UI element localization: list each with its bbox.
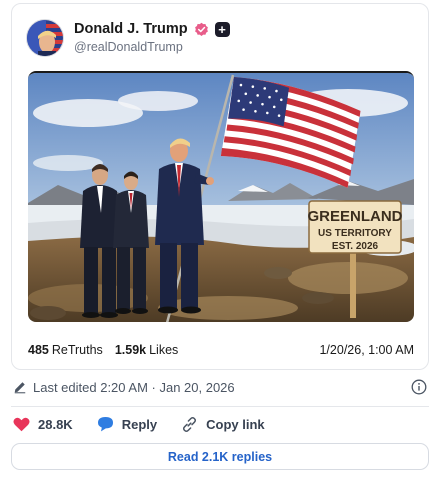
post-card: Donald J. Trump + @realDonaldTrump GREEN…: [11, 3, 429, 370]
copy-link-button[interactable]: Copy link: [181, 416, 265, 433]
edited-row: Last edited 2:20 AM · Jan 20, 2026: [13, 377, 427, 397]
retruths-stat[interactable]: 485 ReTruths: [28, 343, 103, 357]
plus-badge-icon: +: [214, 21, 230, 37]
read-replies-button[interactable]: Read 2.1K replies: [11, 443, 429, 470]
likes-label: Likes: [149, 343, 179, 357]
like-count: 28.8K: [38, 416, 73, 432]
handle[interactable]: @realDonaldTrump: [74, 40, 230, 55]
verified-badge-icon: [194, 22, 208, 36]
sign-line-1: GREENLAND: [307, 208, 402, 225]
post-stats: 485 ReTruths 1.59k Likes 1/20/26, 1:00 AM: [28, 343, 414, 357]
likes-count: 1.59k: [114, 343, 147, 357]
like-button[interactable]: 28.8K: [13, 417, 73, 432]
reply-label: Reply: [121, 416, 158, 432]
post-header: Donald J. Trump + @realDonaldTrump: [26, 18, 230, 58]
heart-icon: [13, 417, 30, 431]
reply-button[interactable]: Reply: [97, 416, 157, 432]
sign-line-3: EST. 2026: [332, 241, 379, 252]
pencil-icon: [14, 382, 26, 394]
edited-text: Last edited 2:20 AM · Jan 20, 2026: [33, 379, 235, 395]
link-icon: [183, 416, 197, 432]
retruths-label: ReTruths: [51, 343, 103, 357]
post-image[interactable]: GREENLAND US TERRITORY EST. 2026: [28, 71, 414, 322]
author-info: Donald J. Trump + @realDonaldTrump: [74, 21, 230, 55]
info-icon[interactable]: [411, 379, 427, 395]
post-timestamp[interactable]: 1/20/26, 1:00 AM: [319, 343, 414, 357]
divider: [11, 406, 429, 407]
action-bar: 28.8K Reply Copy link: [13, 414, 289, 434]
sign-line-2: US TERRITORY: [318, 228, 392, 239]
copy-link-label: Copy link: [206, 416, 265, 432]
retruths-count: 485: [28, 343, 49, 357]
speech-bubble-icon: [97, 417, 113, 432]
avatar[interactable]: [26, 19, 64, 57]
display-name[interactable]: Donald J. Trump: [74, 21, 188, 38]
likes-stat[interactable]: 1.59k Likes: [115, 343, 178, 357]
